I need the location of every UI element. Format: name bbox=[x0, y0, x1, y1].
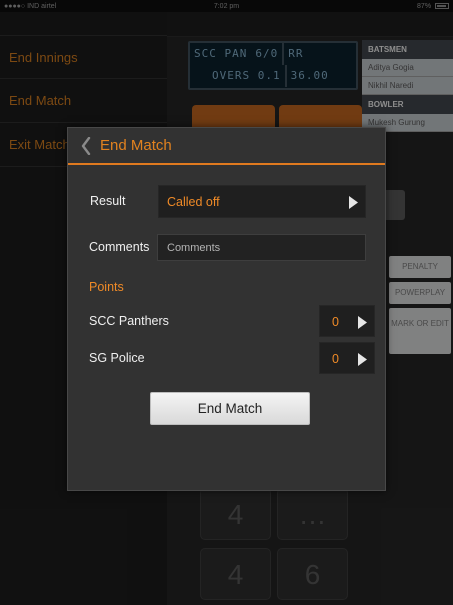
points-stepper[interactable]: 0 bbox=[319, 305, 375, 337]
points-section-title: Points bbox=[89, 280, 124, 294]
result-value: Called off bbox=[167, 195, 220, 209]
points-value: 0 bbox=[332, 315, 339, 329]
triangle-right-icon bbox=[358, 353, 367, 366]
result-label: Result bbox=[90, 194, 126, 208]
dialog-title: End Match bbox=[100, 137, 172, 154]
points-stepper[interactable]: 0 bbox=[319, 342, 375, 374]
back-button[interactable] bbox=[76, 132, 96, 160]
end-match-dialog: End Match Result Called off Comments Poi… bbox=[67, 127, 386, 491]
points-value: 0 bbox=[332, 352, 339, 366]
dialog-header: End Match bbox=[68, 128, 385, 165]
triangle-right-icon bbox=[358, 316, 367, 329]
team-name: SCC Panthers bbox=[89, 314, 169, 328]
comments-input[interactable] bbox=[157, 234, 366, 261]
chevron-left-icon bbox=[81, 136, 91, 155]
team-name: SG Police bbox=[89, 351, 145, 365]
end-match-button[interactable]: End Match bbox=[150, 392, 310, 425]
result-select[interactable]: Called off bbox=[158, 185, 366, 218]
comments-label: Comments bbox=[89, 240, 150, 254]
triangle-right-icon bbox=[349, 196, 358, 209]
